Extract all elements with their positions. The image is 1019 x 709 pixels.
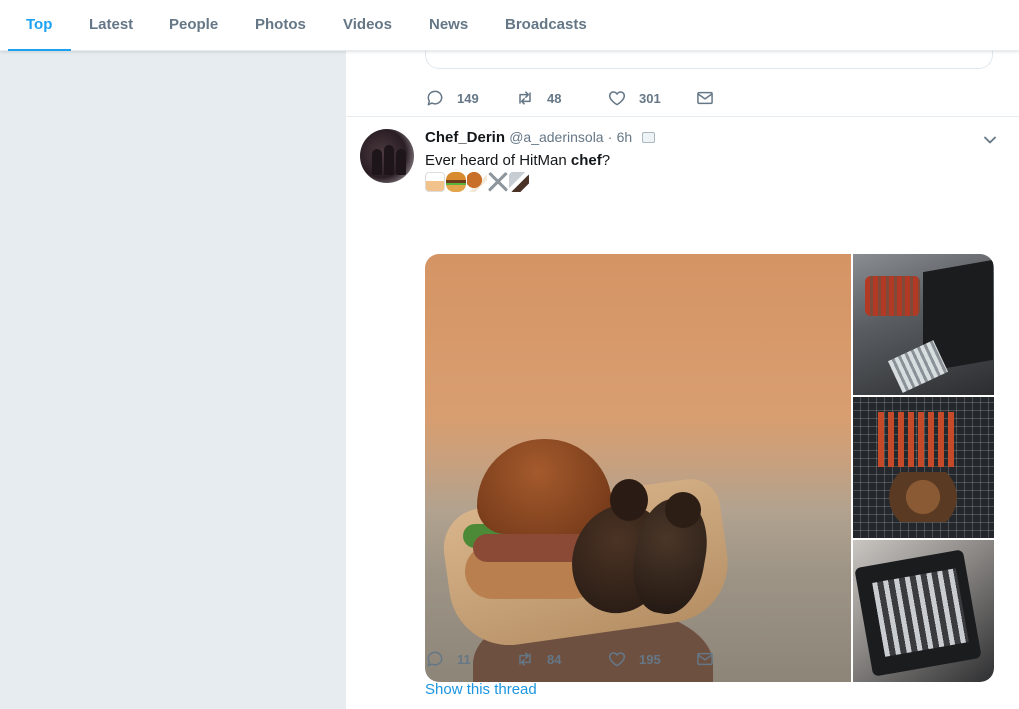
retweet-icon xyxy=(519,91,531,105)
tab-news[interactable]: News xyxy=(429,0,468,51)
chevron-down-icon[interactable] xyxy=(983,133,997,152)
tweet[interactable]: Chef_Derin @a_aderinsola · 6h Ever heard… xyxy=(346,117,1019,709)
tab-people[interactable]: People xyxy=(169,0,218,51)
tab-videos[interactable]: Videos xyxy=(343,0,392,51)
tab-latest[interactable]: Latest xyxy=(89,0,133,51)
cook-emoji-icon xyxy=(425,172,445,192)
tab-broadcasts-label: Broadcasts xyxy=(505,16,587,33)
tweet-actions: 11 84 195 xyxy=(425,648,825,670)
like-button[interactable]: 301 xyxy=(607,87,661,109)
separator-dot: · xyxy=(607,129,613,145)
tab-top-label: Top xyxy=(26,16,53,33)
media-photo-grill-chicken[interactable] xyxy=(853,397,994,538)
media-photo-bbq-tools[interactable] xyxy=(853,540,994,682)
show-thread-link[interactable]: Show this thread xyxy=(425,681,537,698)
tab-top[interactable]: Top xyxy=(26,0,52,51)
like-count: 195 xyxy=(639,651,661,667)
search-tabs-bar: Top Latest People Photos Videos News Bro… xyxy=(0,0,1019,51)
reply-button[interactable]: 149 xyxy=(425,87,479,109)
tweet-text: Ever heard of HitMan chef? xyxy=(425,152,610,169)
like-count: 301 xyxy=(639,90,661,106)
retweet-button[interactable]: 48 xyxy=(515,87,561,109)
reply-button[interactable]: 11 xyxy=(425,648,471,670)
chicken-leg-emoji-icon xyxy=(467,172,487,192)
tab-broadcasts[interactable]: Broadcasts xyxy=(505,0,587,51)
tab-news-label: News xyxy=(429,16,469,33)
tweet-text-highlight: chef xyxy=(570,152,602,169)
timeline: 149 48 301 Chef_Derin @a_aderinsola · 6h xyxy=(346,51,1019,709)
tweet-header: Chef_Derin @a_aderinsola · 6h xyxy=(425,129,656,146)
media-photo-grill-sausages[interactable] xyxy=(853,254,994,395)
tab-photos-label: Photos xyxy=(255,16,306,33)
photo-badge-icon xyxy=(642,132,656,143)
envelope-icon xyxy=(697,91,713,105)
emoji-row xyxy=(425,172,529,192)
like-button[interactable]: 195 xyxy=(607,648,661,670)
tweet-text-suffix: ? xyxy=(601,152,611,169)
burger-emoji-icon xyxy=(446,172,466,192)
tweet-timestamp[interactable]: 6h xyxy=(617,129,633,145)
reply-icon xyxy=(427,90,443,106)
media-grid xyxy=(425,254,994,682)
tab-photos[interactable]: Photos xyxy=(255,0,306,51)
user-name[interactable]: Chef_Derin xyxy=(425,129,505,146)
retweet-button[interactable]: 84 xyxy=(515,648,561,670)
tab-people-label: People xyxy=(169,16,219,33)
media-photo-main[interactable] xyxy=(425,254,851,682)
active-tab-indicator xyxy=(8,49,71,51)
retweet-count: 48 xyxy=(547,90,562,106)
knife-emoji-icon xyxy=(509,172,529,192)
crossed-swords-emoji-icon xyxy=(488,172,508,192)
direct-message-button[interactable] xyxy=(695,87,727,109)
retweet-icon xyxy=(519,652,531,666)
heart-icon xyxy=(608,91,626,106)
tab-videos-label: Videos xyxy=(343,16,392,33)
avatar[interactable] xyxy=(360,129,414,183)
previous-tweet-actions: 149 48 301 xyxy=(425,87,825,109)
reply-icon xyxy=(427,651,443,667)
user-handle[interactable]: @a_aderinsola xyxy=(509,129,603,145)
retweet-count: 84 xyxy=(547,651,562,667)
direct-message-button[interactable] xyxy=(695,648,727,670)
envelope-icon xyxy=(697,652,713,666)
tab-latest-label: Latest xyxy=(89,16,134,33)
tweet-text-prefix: Ever heard of HitMan xyxy=(425,152,571,169)
reply-count: 149 xyxy=(457,90,479,106)
heart-icon xyxy=(608,652,626,667)
quoted-tweet-card[interactable] xyxy=(425,51,993,69)
reply-count: 11 xyxy=(457,651,471,667)
